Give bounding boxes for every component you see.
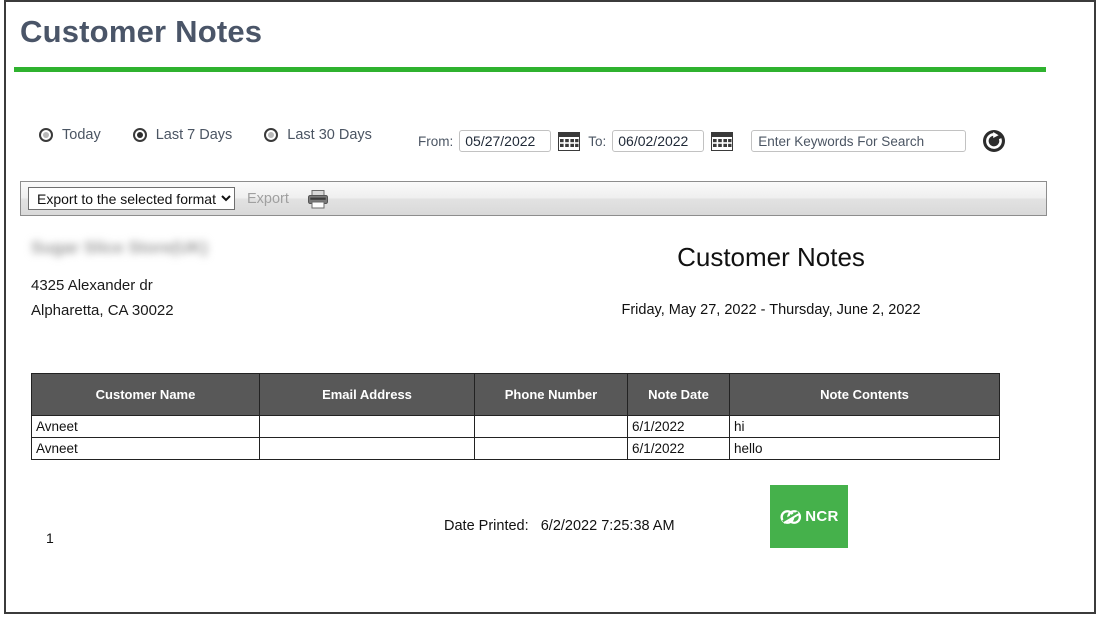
page-title: Customer Notes	[20, 14, 263, 49]
cell-note-contents: hello	[729, 437, 1000, 460]
to-label: To:	[588, 133, 607, 149]
radio-last-7-days-label: Last 7 Days	[155, 127, 233, 143]
date-printed-label: Date Printed:	[444, 518, 529, 534]
report-date-range: Friday, May 27, 2022 - Thursday, June 2,…	[621, 302, 921, 318]
customer-notes-table: Customer Name Email Address Phone Number…	[31, 373, 1000, 460]
printer-icon[interactable]	[307, 189, 329, 209]
column-header-note-contents: Note Contents	[729, 373, 1000, 416]
cell-email-address	[259, 415, 475, 438]
radio-last-7-days[interactable]: Last 7 Days	[132, 127, 233, 143]
cell-note-date: 6/1/2022	[627, 415, 730, 438]
export-toolbar: Export to the selected format Export	[20, 181, 1047, 216]
cell-phone-number	[474, 415, 628, 438]
table-row: Avneet 6/1/2022 hi	[31, 415, 1000, 438]
table-row: Avneet 6/1/2022 hello	[31, 437, 1000, 460]
cell-phone-number	[474, 437, 628, 460]
date-preset-radio-group: Today Last 7 Days Last 30 Days	[39, 127, 404, 143]
ncr-rings-icon	[779, 508, 803, 526]
date-range-controls: From: To:	[418, 122, 1006, 160]
report-viewer-window: Customer Notes Today Last 7 Days Last 30…	[4, 0, 1096, 614]
cell-customer-name: Avneet	[31, 415, 260, 438]
ncr-logo: NCR	[770, 485, 848, 548]
from-calendar-icon[interactable]	[558, 131, 581, 151]
from-date-input[interactable]	[459, 130, 552, 152]
cell-email-address	[259, 437, 475, 460]
export-button[interactable]: Export	[247, 191, 289, 207]
radio-today-label: Today	[62, 127, 101, 143]
title-divider	[14, 67, 1046, 72]
to-calendar-icon[interactable]	[711, 131, 734, 151]
business-address-line1: 4325 Alexander dr	[31, 277, 153, 294]
refresh-icon[interactable]	[982, 129, 1006, 153]
table-header-row: Customer Name Email Address Phone Number…	[31, 373, 1000, 416]
cell-customer-name: Avneet	[31, 437, 260, 460]
column-header-email-address: Email Address	[259, 373, 475, 416]
filter-bar: Today Last 7 Days Last 30 Days From: 05/…	[6, 122, 1094, 160]
column-header-phone-number: Phone Number	[474, 373, 628, 416]
export-format-select[interactable]: Export to the selected format	[28, 187, 235, 210]
column-header-customer-name: Customer Name	[31, 373, 260, 416]
from-label: From:	[418, 133, 454, 149]
radio-last-30-days-indicator[interactable]	[264, 128, 279, 142]
radio-last-30-days-label: Last 30 Days	[287, 127, 372, 143]
radio-last-30-days[interactable]: Last 30 Days	[264, 127, 372, 143]
page-number: 1	[46, 530, 54, 546]
search-input[interactable]	[751, 130, 967, 152]
column-header-note-date: Note Date	[627, 373, 730, 416]
ncr-logo-text: NCR	[805, 508, 839, 525]
radio-today[interactable]: Today	[39, 127, 101, 143]
cell-note-date: 6/1/2022	[627, 437, 730, 460]
cell-note-contents: hi	[729, 415, 1000, 438]
report-title: Customer Notes	[677, 242, 865, 272]
date-printed: Date Printed: 6/2/2022 7:25:38 AM	[444, 518, 675, 534]
radio-today-indicator[interactable]	[39, 128, 53, 142]
radio-last-7-days-indicator[interactable]	[132, 128, 147, 142]
business-address-line2: Alpharetta, CA 30022	[31, 302, 174, 319]
date-printed-value: 6/2/2022 7:25:38 AM	[540, 518, 675, 534]
business-name: Sugar Slice Store(UK)	[31, 238, 208, 257]
to-date-input[interactable]	[612, 130, 705, 152]
